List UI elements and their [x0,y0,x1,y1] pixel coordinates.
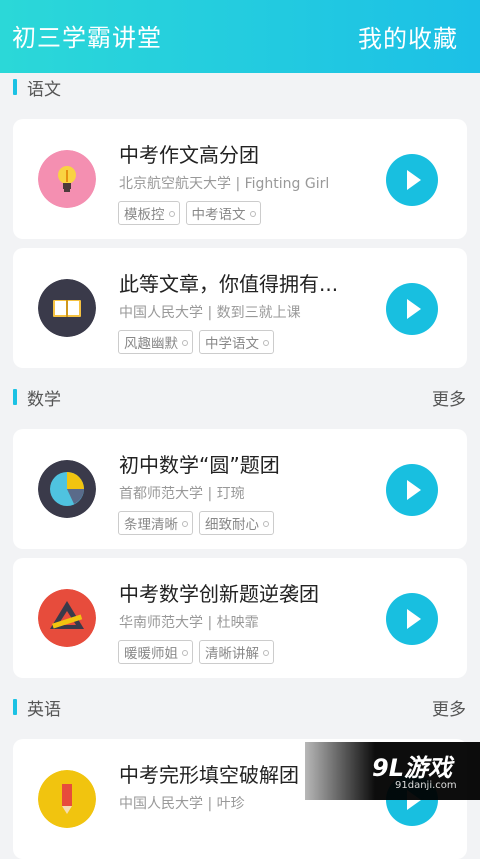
app-title: 初三学霸讲堂 [12,24,162,52]
section-title: 数学 [27,390,61,410]
course-subtitle: 中国人民大学 | 叶珍 [119,796,245,812]
course-card[interactable]: 初中数学“圆”题团 首都师范大学 | 玎琬 条理清晰 细致耐心 [13,429,467,549]
course-tags: 模板控 中考语文 [118,201,261,225]
section-marker [13,389,17,405]
section-marker [13,79,17,95]
section-math: 数学 更多 [0,383,480,415]
tag: 清晰讲解 [199,640,274,664]
watermark-url: 91danji.com [395,780,457,791]
book-icon [38,279,96,337]
section-english: 英语 更多 [0,693,480,725]
tag: 细致耐心 [199,511,274,535]
course-card[interactable]: 中考作文高分团 北京航空航天大学 | Fighting Girl 模板控 中考语… [13,119,467,239]
course-tags: 条理清晰 细致耐心 [118,511,274,535]
course-subtitle: 中国人民大学 | 数到三就上课 [119,305,301,321]
more-link[interactable]: 更多 [432,385,466,410]
course-subtitle: 首都师范大学 | 玎琬 [119,486,245,502]
course-tags: 风趣幽默 中学语文 [118,330,274,354]
my-favorites-button[interactable]: 我的收藏 [358,19,458,54]
course-title: 中考数学创新题逆袭团 [119,582,319,606]
tag: 中学语文 [199,330,274,354]
triangle-ruler-icon [38,589,96,647]
section-chinese: 语文 [0,73,480,105]
pie-chart-icon [38,460,96,518]
play-button[interactable] [386,154,438,206]
play-button[interactable] [386,464,438,516]
app-header: 初三学霸讲堂 我的收藏 [0,0,480,73]
course-subtitle: 北京航空航天大学 | Fighting Girl [119,176,330,192]
course-card[interactable]: 此等文章，你值得拥有... 中国人民大学 | 数到三就上课 风趣幽默 中学语文 [13,248,467,368]
course-subtitle: 华南师范大学 | 杜映霏 [119,615,259,631]
play-button[interactable] [386,283,438,335]
course-title: 初中数学“圆”题团 [119,453,280,477]
pencil-icon [38,770,96,828]
tag: 风趣幽默 [118,330,193,354]
section-title: 语文 [27,80,61,100]
watermark-logo: 9L游戏 [372,754,452,782]
section-title: 英语 [27,700,61,720]
course-tags: 暖暖师姐 清晰讲解 [118,640,274,664]
course-card[interactable]: 中考数学创新题逆袭团 华南师范大学 | 杜映霏 暖暖师姐 清晰讲解 [13,558,467,678]
tag: 条理清晰 [118,511,193,535]
play-button[interactable] [386,593,438,645]
more-link[interactable]: 更多 [432,695,466,720]
course-title: 此等文章，你值得拥有... [119,272,339,296]
tag: 模板控 [118,201,180,225]
course-title: 中考作文高分团 [119,143,259,167]
lightbulb-icon [38,150,96,208]
tag: 中考语文 [185,201,261,225]
course-title: 中考完形填空破解团 [119,763,299,787]
section-marker [13,699,17,715]
tag: 暖暖师姐 [118,640,193,664]
